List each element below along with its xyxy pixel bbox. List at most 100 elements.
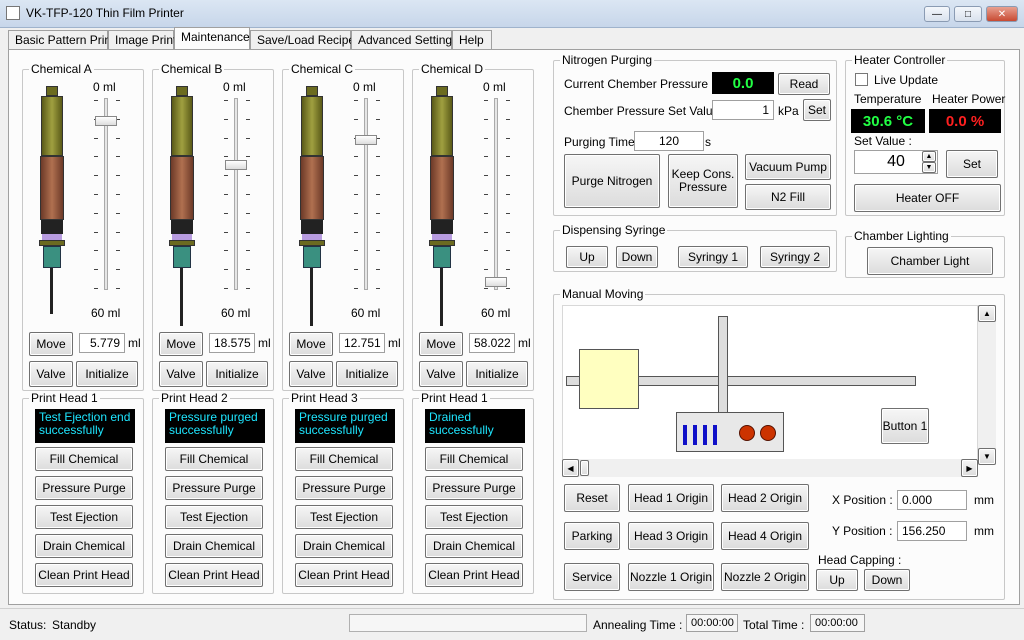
nozzle-2-origin-button[interactable]: Nozzle 2 Origin: [721, 563, 809, 591]
tab-basic-pattern-print[interactable]: Basic Pattern Print: [8, 30, 114, 50]
volume-slider-thumb[interactable]: [355, 135, 377, 146]
volume-slider-thumb[interactable]: [95, 116, 117, 127]
valve-button[interactable]: Valve: [159, 361, 203, 387]
n2-fill-button[interactable]: N2 Fill: [745, 184, 831, 210]
test-ejection-button[interactable]: Test Ejection: [35, 505, 133, 529]
move-button[interactable]: Move: [29, 332, 73, 356]
print-head-carriage[interactable]: [676, 412, 784, 452]
clean-print-head-button[interactable]: Clean Print Head: [425, 563, 523, 587]
pressure-purge-button[interactable]: Pressure Purge: [35, 476, 133, 500]
button-1[interactable]: Button 1: [881, 408, 929, 444]
vacuum-pump-button[interactable]: Vacuum Pump: [745, 154, 831, 180]
spin-down-button[interactable]: ▼: [922, 162, 936, 173]
scale-tick: [116, 212, 120, 214]
scale-tick: [116, 156, 120, 158]
heater-off-button[interactable]: Heater OFF: [854, 184, 1001, 212]
drain-chemical-button[interactable]: Drain Chemical: [425, 534, 523, 558]
head-2-origin-button[interactable]: Head 2 Origin: [721, 484, 809, 512]
volume-input[interactable]: 18.575: [209, 333, 255, 353]
move-button[interactable]: Move: [419, 332, 463, 356]
clean-print-head-button[interactable]: Clean Print Head: [165, 563, 263, 587]
move-button[interactable]: Move: [159, 332, 203, 356]
scroll-down-button[interactable]: ▼: [978, 448, 996, 465]
reset-button[interactable]: Reset: [564, 484, 620, 512]
test-ejection-button[interactable]: Test Ejection: [425, 505, 523, 529]
pressure-set-button[interactable]: Set: [803, 99, 831, 121]
horizontal-scroll-thumb[interactable]: [580, 460, 589, 476]
chamber-light-button[interactable]: Chamber Light: [867, 247, 993, 275]
minimize-button[interactable]: —: [924, 6, 950, 22]
capping-down-button[interactable]: Down: [864, 569, 910, 591]
pressure-purge-button[interactable]: Pressure Purge: [165, 476, 263, 500]
move-button[interactable]: Move: [289, 332, 333, 356]
syringe-1-button[interactable]: Syringy 1: [678, 246, 748, 268]
vertical-scrollbar[interactable]: ▲ ▼: [978, 305, 996, 465]
scroll-right-button[interactable]: ▶: [961, 459, 978, 477]
tab-maintenance[interactable]: Maintenance: [174, 27, 250, 50]
fill-chemical-button[interactable]: Fill Chemical: [425, 447, 523, 471]
nozzle-1-origin-button[interactable]: Nozzle 1 Origin: [628, 563, 714, 591]
clean-print-head-button[interactable]: Clean Print Head: [35, 563, 133, 587]
initialize-button[interactable]: Initialize: [206, 361, 268, 387]
scale-tick: [116, 194, 120, 195]
tab-image-print[interactable]: Image Print: [108, 30, 176, 50]
minimize-icon: —: [932, 8, 942, 20]
fill-chemical-button[interactable]: Fill Chemical: [295, 447, 393, 471]
clean-print-head-button[interactable]: Clean Print Head: [295, 563, 393, 587]
valve-button[interactable]: Valve: [29, 361, 73, 387]
scroll-up-button[interactable]: ▲: [978, 305, 996, 322]
test-ejection-button[interactable]: Test Ejection: [165, 505, 263, 529]
initialize-button[interactable]: Initialize: [76, 361, 138, 387]
tab-help[interactable]: Help: [452, 30, 492, 50]
head-4-origin-button[interactable]: Head 4 Origin: [721, 522, 809, 550]
drain-chemical-button[interactable]: Drain Chemical: [295, 534, 393, 558]
tab-advanced-settings[interactable]: Advanced Settings: [351, 30, 458, 50]
volume-unit: ml: [518, 336, 531, 350]
scroll-left-button[interactable]: ◀: [562, 459, 579, 477]
syringe-down-button[interactable]: Down: [616, 246, 658, 268]
capping-up-button[interactable]: Up: [816, 569, 858, 591]
volume-input[interactable]: 12.751: [339, 333, 385, 353]
volume-slider-thumb[interactable]: [485, 277, 507, 288]
live-update-checkbox[interactable]: [855, 73, 868, 86]
tab-save-load-recipe[interactable]: Save/Load Recipe: [250, 30, 355, 50]
maximize-button[interactable]: □: [954, 6, 982, 22]
pressure-setvalue-input[interactable]: 1: [712, 100, 774, 120]
head-3-origin-button[interactable]: Head 3 Origin: [628, 522, 714, 550]
drain-chemical-button[interactable]: Drain Chemical: [35, 534, 133, 558]
syringe-up-button[interactable]: Up: [566, 246, 608, 268]
horizontal-scrollbar[interactable]: ◀ ▶: [562, 459, 978, 477]
scale-tick: [354, 156, 358, 158]
y-position-input[interactable]: 156.250: [897, 521, 967, 541]
initialize-button[interactable]: Initialize: [466, 361, 528, 387]
fill-chemical-button[interactable]: Fill Chemical: [35, 447, 133, 471]
test-ejection-button[interactable]: Test Ejection: [295, 505, 393, 529]
pressure-purge-button[interactable]: Pressure Purge: [425, 476, 523, 500]
scale-tick: [224, 156, 228, 158]
fill-chemical-button[interactable]: Fill Chemical: [165, 447, 263, 471]
heater-set-button[interactable]: Set: [946, 150, 998, 178]
close-button[interactable]: ✕: [986, 6, 1018, 22]
initialize-button[interactable]: Initialize: [336, 361, 398, 387]
head-1-origin-button[interactable]: Head 1 Origin: [628, 484, 714, 512]
volume-input[interactable]: 58.022: [469, 333, 515, 353]
scale-tick: [484, 194, 488, 195]
valve-button[interactable]: Valve: [289, 361, 333, 387]
volume-input[interactable]: 5.779: [79, 333, 125, 353]
valve-button[interactable]: Valve: [419, 361, 463, 387]
sample-substrate[interactable]: [579, 349, 639, 409]
keep-pressure-button[interactable]: Keep Cons. Pressure: [668, 154, 738, 208]
service-button[interactable]: Service: [564, 563, 620, 591]
volume-slider-thumb[interactable]: [225, 160, 247, 171]
pressure-purge-button[interactable]: Pressure Purge: [295, 476, 393, 500]
purge-nitrogen-button[interactable]: Purge Nitrogen: [564, 154, 660, 208]
scale-tick: [506, 194, 510, 195]
parking-button[interactable]: Parking: [564, 522, 620, 550]
drain-chemical-button[interactable]: Drain Chemical: [165, 534, 263, 558]
x-position-input[interactable]: 0.000: [897, 490, 967, 510]
purging-time-input[interactable]: 120: [634, 131, 704, 151]
syringe-2-button[interactable]: Syringy 2: [760, 246, 830, 268]
resize-grip-icon[interactable]: [1008, 623, 1020, 635]
read-button[interactable]: Read: [778, 73, 830, 95]
scale-tick: [484, 288, 488, 289]
